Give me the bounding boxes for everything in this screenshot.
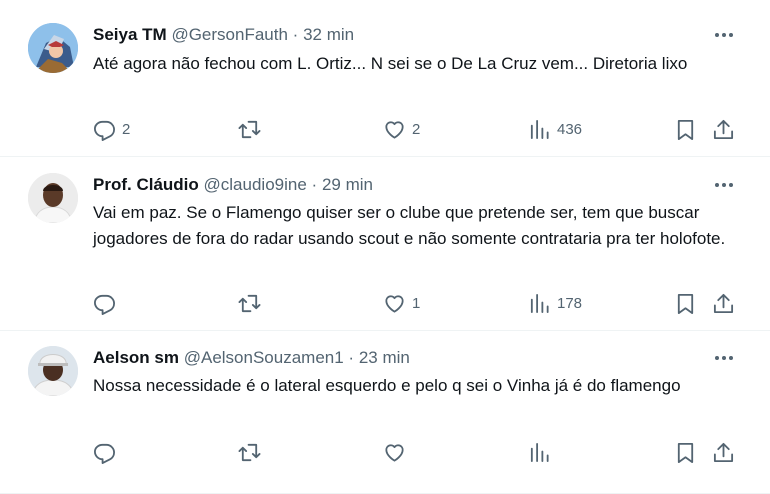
- views-icon: [530, 442, 549, 462]
- reply-icon: [94, 120, 115, 141]
- author-handle[interactable]: @claudio9ine: [204, 175, 307, 194]
- tweet[interactable]: Prof. Cláudio @claudio9ine · 29 min Vai …: [0, 157, 770, 331]
- views-button[interactable]: [528, 440, 557, 464]
- more-icon: [715, 183, 733, 187]
- retweet-icon: [238, 294, 261, 312]
- author-name[interactable]: Seiya TM: [93, 25, 167, 44]
- tweet-text: Até agora não fechou com L. Ortiz... N s…: [93, 54, 688, 73]
- bookmark-icon: [677, 119, 694, 140]
- like-button[interactable]: 2: [383, 117, 420, 141]
- like-button[interactable]: [383, 440, 412, 464]
- reply-button[interactable]: [93, 291, 122, 315]
- author-handle[interactable]: @AelsonSouzamen1: [184, 348, 344, 367]
- bookmark-button[interactable]: [674, 117, 697, 141]
- like-button[interactable]: 1: [383, 291, 420, 315]
- share-icon: [713, 293, 734, 313]
- more-button[interactable]: [712, 347, 736, 369]
- views-icon: [530, 293, 549, 313]
- like-count: 1: [412, 294, 421, 312]
- author-name[interactable]: Prof. Cláudio: [93, 175, 199, 194]
- reply-button[interactable]: 2: [93, 117, 130, 141]
- tweet[interactable]: Aelson sm @AelsonSouzamen1 · 23 min Noss…: [0, 331, 770, 494]
- share-icon: [713, 119, 734, 139]
- tweet-text: Nossa necessidade é o lateral esquerdo e…: [93, 376, 681, 395]
- tweet-text: Vai em paz. Se o Flamengo quiser ser o c…: [93, 203, 726, 248]
- more-icon: [715, 356, 733, 360]
- retweet-button[interactable]: [238, 291, 267, 315]
- reply-count: 2: [122, 120, 131, 138]
- action-bar: 2 2 436: [0, 117, 770, 141]
- more-icon: [715, 33, 733, 37]
- reply-icon: [94, 294, 115, 315]
- more-button[interactable]: [712, 174, 736, 196]
- reply-feed: Seiya TM @GersonFauth · 32 min Até agora…: [0, 0, 770, 494]
- views-button[interactable]: 178: [528, 291, 582, 315]
- author-handle[interactable]: @GersonFauth: [171, 25, 287, 44]
- share-button[interactable]: [712, 291, 735, 315]
- tweet-header: Aelson sm @AelsonSouzamen1 · 23 min: [93, 347, 410, 369]
- timestamp[interactable]: 23 min: [359, 348, 410, 367]
- reply-button[interactable]: [93, 440, 122, 464]
- separator-dot: ·: [311, 175, 318, 194]
- avatar[interactable]: [28, 23, 78, 73]
- views-icon: [530, 119, 549, 139]
- bookmark-button[interactable]: [674, 440, 697, 464]
- tweet[interactable]: Seiya TM @GersonFauth · 32 min Até agora…: [0, 0, 770, 157]
- like-count: 2: [412, 120, 421, 138]
- views-count: 436: [557, 120, 583, 138]
- views-count: 178: [557, 294, 583, 312]
- action-bar: 1 178: [0, 291, 770, 315]
- avatar[interactable]: [28, 173, 78, 223]
- author-name[interactable]: Aelson sm: [93, 348, 179, 367]
- share-button[interactable]: [712, 117, 735, 141]
- retweet-icon: [238, 443, 261, 461]
- reply-icon: [94, 443, 115, 464]
- like-icon: [385, 443, 404, 462]
- retweet-icon: [238, 120, 261, 138]
- bookmark-icon: [677, 442, 694, 463]
- share-button[interactable]: [712, 440, 735, 464]
- avatar[interactable]: [28, 346, 78, 396]
- like-icon: [385, 294, 404, 313]
- views-button[interactable]: 436: [528, 117, 582, 141]
- retweet-button[interactable]: [238, 440, 267, 464]
- tweet-header: Seiya TM @GersonFauth · 32 min: [93, 24, 354, 46]
- action-bar: [0, 440, 770, 464]
- separator-dot: ·: [292, 25, 299, 44]
- bookmark-icon: [677, 293, 694, 314]
- separator-dot: ·: [348, 348, 355, 367]
- tweet-header: Prof. Cláudio @claudio9ine · 29 min: [93, 174, 373, 196]
- more-button[interactable]: [712, 24, 736, 46]
- timestamp[interactable]: 32 min: [303, 25, 354, 44]
- like-icon: [385, 120, 404, 139]
- retweet-button[interactable]: [238, 117, 267, 141]
- bookmark-button[interactable]: [674, 291, 697, 315]
- timestamp[interactable]: 29 min: [322, 175, 373, 194]
- share-icon: [713, 442, 734, 462]
